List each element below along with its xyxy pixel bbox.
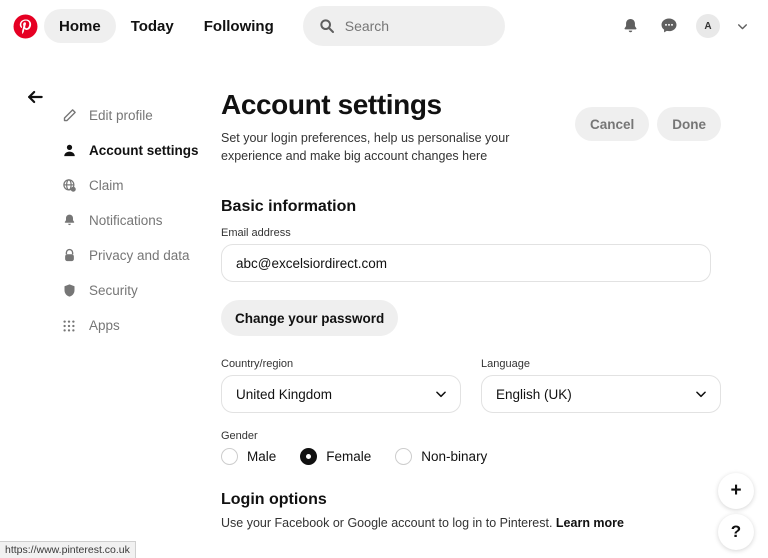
page-subtitle: Set your login preferences, help us pers…: [221, 131, 510, 164]
nav-tab-home[interactable]: Home: [44, 9, 116, 43]
lock-icon: [60, 247, 78, 265]
nav-tab-today[interactable]: Today: [116, 9, 189, 43]
radio-female[interactable]: [300, 448, 318, 466]
learn-more-link[interactable]: Learn more: [556, 516, 624, 530]
login-options-heading: Login options: [221, 491, 327, 509]
status-bar-url: https://www.pinterest.co.uk: [0, 541, 136, 558]
sidebar-item-security-label: Security: [89, 283, 138, 298]
header-action-buttons: Cancel Done: [574, 88, 721, 141]
sidebar-item-edit-profile[interactable]: Edit profile: [60, 98, 210, 133]
country-select[interactable]: United Kingdom: [221, 375, 461, 414]
sidebar-item-claim-label: Claim: [89, 178, 124, 193]
bell-icon: [60, 212, 78, 230]
globe-icon: [60, 177, 78, 195]
language-label: Language: [481, 358, 530, 371]
main-content: Account settings Set your login preferen…: [221, 88, 721, 530]
gender-option-male[interactable]: Male: [221, 448, 277, 466]
radio-male[interactable]: [221, 448, 238, 466]
sidebar-item-apps[interactable]: Apps: [60, 308, 210, 343]
sidebar-item-notifications[interactable]: Notifications: [60, 203, 210, 238]
sidebar-item-account-settings-label: Account settings: [89, 143, 199, 158]
login-options-description-text: Use your Facebook or Google account to l…: [221, 516, 553, 531]
sidebar-item-account-settings[interactable]: Account settings: [60, 133, 210, 168]
search-input[interactable]: Search: [302, 6, 506, 46]
email-field[interactable]: [221, 244, 711, 283]
arrow-left-icon[interactable]: [24, 86, 46, 108]
page-title: Account settings: [221, 89, 442, 120]
gender-label: Gender: [221, 430, 258, 443]
sidebar-item-privacy-and-data-label: Privacy and data: [89, 248, 190, 263]
nav-tab-following[interactable]: Following: [189, 9, 289, 43]
gender-option-female[interactable]: Female: [300, 448, 372, 466]
done-button[interactable]: Done: [657, 107, 721, 141]
country-select-value: United Kingdom: [236, 386, 333, 402]
radio-non-binary[interactable]: [395, 448, 413, 466]
header-action-icons: A: [613, 9, 758, 43]
nav-tab-today-label: Today: [130, 17, 174, 35]
shield-icon: [60, 282, 78, 300]
chevron-down-icon[interactable]: [730, 9, 754, 43]
page-title-block: Account settings Set your login preferen…: [221, 88, 575, 165]
create-pin-button[interactable]: +: [718, 473, 754, 509]
question-mark-icon: ?: [730, 522, 742, 541]
sidebar-item-privacy-and-data[interactable]: Privacy and data: [60, 238, 210, 273]
gender-option-non-binary[interactable]: Non-binary: [395, 448, 488, 466]
email-label: Email address: [221, 227, 291, 240]
plus-icon: +: [730, 480, 742, 501]
grid-apps-icon: [60, 317, 78, 335]
login-options-description: Use your Facebook or Google account to l…: [221, 516, 721, 530]
basic-information-heading: Basic information: [221, 198, 357, 216]
pinterest-account-settings-page: Home Today Following Search A Edit profi…: [0, 0, 768, 558]
notifications-bell-icon[interactable]: [613, 9, 647, 43]
status-bar-url-text: https://www.pinterest.co.uk: [5, 544, 130, 556]
pinterest-logo-icon[interactable]: [10, 11, 40, 41]
country-label: Country/region: [221, 358, 294, 371]
cancel-button[interactable]: Cancel: [574, 107, 650, 141]
search-placeholder: Search: [344, 18, 390, 34]
top-header-bar: Home Today Following Search A: [0, 0, 768, 52]
language-select[interactable]: English (UK): [481, 375, 721, 414]
sidebar-item-edit-profile-label: Edit profile: [89, 108, 153, 123]
nav-tab-home-label: Home: [59, 17, 101, 35]
country-column: Country/region United Kingdom: [221, 358, 461, 414]
avatar[interactable]: A: [691, 9, 725, 43]
sidebar-item-claim[interactable]: Claim: [60, 168, 210, 203]
person-icon: [60, 142, 78, 160]
search-icon: [319, 18, 335, 34]
help-button[interactable]: ?: [718, 514, 754, 550]
sidebar-item-security[interactable]: Security: [60, 273, 210, 308]
sidebar-item-apps-label: Apps: [89, 318, 120, 333]
language-select-value: English (UK): [496, 386, 572, 402]
avatar-initial: A: [696, 14, 720, 38]
gender-option-female-label: Female: [326, 449, 372, 465]
gender-radio-group: Male Female Non-binary: [221, 448, 721, 466]
language-column: Language English (UK): [481, 358, 721, 414]
gender-option-male-label: Male: [247, 449, 277, 465]
sidebar-item-notifications-label: Notifications: [89, 213, 163, 228]
locale-fields-row: Country/region United Kingdom Language E…: [221, 358, 721, 414]
messages-chat-icon[interactable]: [652, 9, 686, 43]
nav-tab-following-label: Following: [203, 17, 274, 35]
change-password-button[interactable]: Change your password: [221, 300, 399, 337]
chevron-down-icon: [694, 376, 708, 412]
gender-option-non-binary-label: Non-binary: [421, 449, 488, 465]
chevron-down-icon: [434, 376, 448, 412]
settings-sidebar: Edit profile Account settings Claim Noti…: [60, 98, 210, 343]
pencil-icon: [60, 107, 78, 125]
page-header-row: Account settings Set your login preferen…: [221, 88, 721, 165]
